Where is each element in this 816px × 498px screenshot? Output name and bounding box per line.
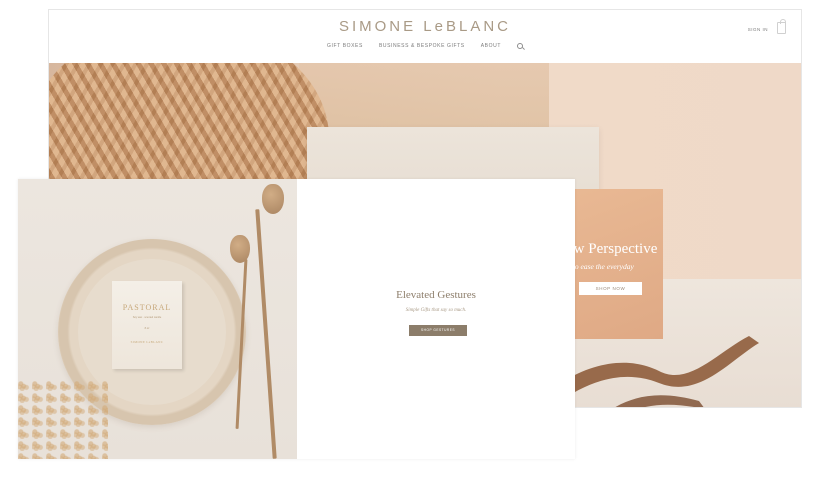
shopping-bag-icon[interactable] [777,19,786,34]
dried-flowers-image [18,379,108,459]
candle-product-photo: PASTORAL Soy wax · scented candle 8 oz S… [18,179,297,459]
candle-box-image: PASTORAL Soy wax · scented candle 8 oz S… [112,281,182,369]
search-icon[interactable] [516,43,523,49]
promo-panel: Elevated Gestures Simple Gifts that say … [297,179,575,459]
box-maker-text: SIMONE LeBLANC [130,340,164,344]
sign-in-link[interactable]: SIGN IN [748,27,768,32]
nav-item-gift-boxes[interactable]: GIFT BOXES [327,43,363,49]
main-nav: GIFT BOXES BUSINESS & BESPOKE GIFTS ABOU… [49,43,801,49]
poppy-pod [262,184,284,214]
poppy-stem [255,209,277,459]
hero-subtext: s to ease the everyday [568,262,634,271]
front-page-screenshot: PASTORAL Soy wax · scented candle 8 oz S… [18,179,575,459]
promo-title: Elevated Gestures [396,289,476,301]
hero-headline: ew Perspective [567,241,658,257]
box-brand-text: PASTORAL [122,303,172,312]
site-header: SIMONE LeBLANC GIFT BOXES BUSINESS & BES… [49,10,801,63]
brand-logo[interactable]: SIMONE LeBLANC [49,18,801,35]
poppy-pod-small [230,235,250,263]
nav-item-business-gifts[interactable]: BUSINESS & BESPOKE GIFTS [379,43,465,49]
shop-now-button[interactable]: SHOP NOW [579,282,642,295]
promo-subtitle: Simple Gifts that say so much. [405,308,467,313]
nav-item-about[interactable]: ABOUT [481,43,501,49]
box-detail-text: Soy wax · scented candle [132,316,162,319]
shop-gestures-button[interactable]: SHOP GESTURES [409,325,467,336]
box-weight-text: 8 oz [144,327,150,330]
ribbon-image [549,336,759,407]
